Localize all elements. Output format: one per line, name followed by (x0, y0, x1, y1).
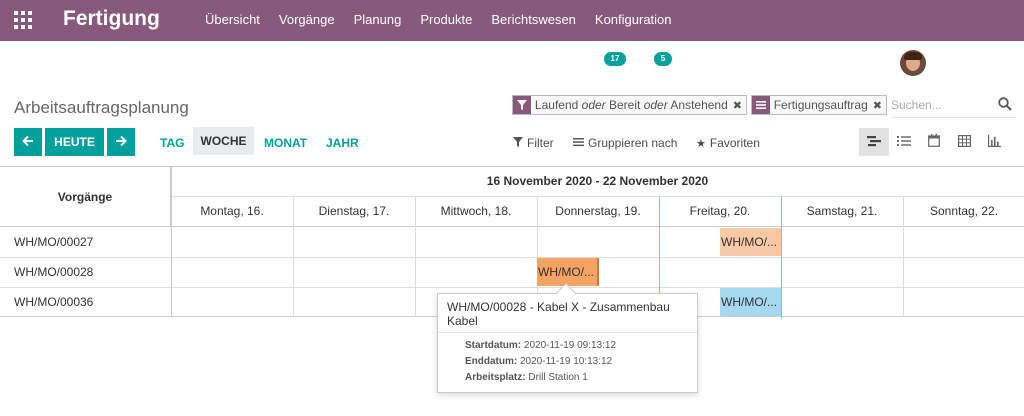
next-button[interactable] (107, 128, 135, 156)
calendar-view-icon (928, 134, 940, 150)
row-label[interactable]: WH/MO/00036 (14, 295, 93, 309)
scale-day-button[interactable]: TAG (160, 136, 184, 150)
row-label[interactable]: WH/MO/00028 (14, 265, 93, 279)
list-view-icon (897, 135, 911, 150)
day-header-friday: Freitag, 20. (689, 204, 751, 218)
menu-item-operations[interactable]: Vorgänge (279, 12, 335, 27)
apps-icon[interactable] (14, 11, 32, 29)
day-header-tuesday: Dienstag, 17. (318, 204, 390, 218)
filter-icon (513, 96, 531, 114)
list-icon (752, 96, 770, 114)
gantt-pill[interactable]: WH/MO/... (720, 228, 781, 256)
week-title: 16 November 2020 - 22 November 2020 (486, 174, 709, 188)
day-header-monday: Montag, 16. (200, 204, 264, 218)
day-header-thursday: Donnerstag, 19. (555, 204, 641, 218)
popover-workcenter: Arbeitsplatz: Drill Station 1 (465, 372, 588, 383)
rows-header: Vorgänge (0, 167, 171, 227)
list-view-button[interactable] (889, 128, 919, 156)
menu-item-configuration[interactable]: Konfiguration (595, 12, 672, 27)
pill-popover: WH/MO/00028 - Kabel X - Zusammenbau Kabe… (437, 293, 698, 393)
popover-title: WH/MO/00028 - Kabel X - Zusammenbau Kabe… (447, 300, 670, 328)
previous-button[interactable] (14, 128, 42, 156)
today-marker (781, 197, 782, 318)
favorites-button[interactable]: ★ Favoriten (696, 136, 760, 150)
day-header-wednesday: Mittwoch, 18. (440, 204, 512, 218)
menu-item-reporting[interactable]: Berichtswesen (491, 12, 576, 27)
main-menu: Übersicht Vorgänge Planung Produkte Beri… (205, 12, 691, 27)
avatar[interactable] (900, 50, 926, 76)
app-brand[interactable]: Fertigung (63, 7, 160, 31)
activity-badge[interactable]: 17 (604, 52, 626, 66)
menu-item-overview[interactable]: Übersicht (205, 12, 260, 27)
today-button[interactable]: HEUTE (45, 128, 104, 156)
filter-icon (513, 136, 523, 150)
facet-remove-icon[interactable]: ✖ (873, 99, 886, 112)
menu-item-planning[interactable]: Planung (354, 12, 402, 27)
top-navbar: Fertigung Übersicht Vorgänge Planung Pro… (0, 0, 1024, 41)
list-icon (573, 137, 584, 150)
scale-year-button[interactable]: JAHR (326, 136, 359, 150)
gantt-view-button[interactable] (859, 128, 889, 156)
graph-view-icon (987, 134, 1001, 150)
arrow-right-icon (115, 135, 127, 150)
gantt-pill[interactable]: WH/MO/... (720, 288, 781, 316)
search-facet-groupby[interactable]: Fertigungsauftrag ✖ (751, 95, 887, 115)
day-header-saturday: Samstag, 21. (806, 204, 878, 218)
page-title: Arbeitsauftragsplanung (14, 98, 189, 117)
pivot-view-button[interactable] (949, 128, 979, 156)
group-by-button[interactable]: Gruppieren nach (573, 136, 677, 150)
facet-remove-icon[interactable]: ✖ (733, 99, 746, 112)
star-icon: ★ (696, 137, 706, 150)
menu-item-products[interactable]: Produkte (420, 12, 472, 27)
popover-end: Enddatum: 2020-11-19 10:13:12 (465, 356, 613, 367)
day-header-sunday: Sonntag, 22. (929, 204, 999, 218)
gantt-pill[interactable]: WH/MO/... (537, 258, 599, 286)
graph-view-button[interactable] (979, 128, 1009, 156)
filter-button[interactable]: Filter (513, 136, 554, 150)
row-label[interactable]: WH/MO/00027 (14, 235, 93, 249)
messages-badge[interactable]: 5 (654, 52, 672, 66)
arrow-left-icon (22, 135, 34, 150)
scale-month-button[interactable]: MONAT (264, 136, 307, 150)
search-input[interactable] (891, 96, 991, 114)
popover-start: Startdatum: 2020-11-19 09:13:12 (465, 340, 617, 351)
gantt-view-icon (867, 135, 881, 150)
search-facet-status[interactable]: Laufend oder Bereit oder Anstehend ✖ (512, 95, 747, 115)
pivot-view-icon (957, 134, 971, 150)
search-icon[interactable] (998, 97, 1012, 111)
calendar-view-button[interactable] (919, 128, 949, 156)
scale-week-button[interactable]: WOCHE (193, 127, 254, 155)
